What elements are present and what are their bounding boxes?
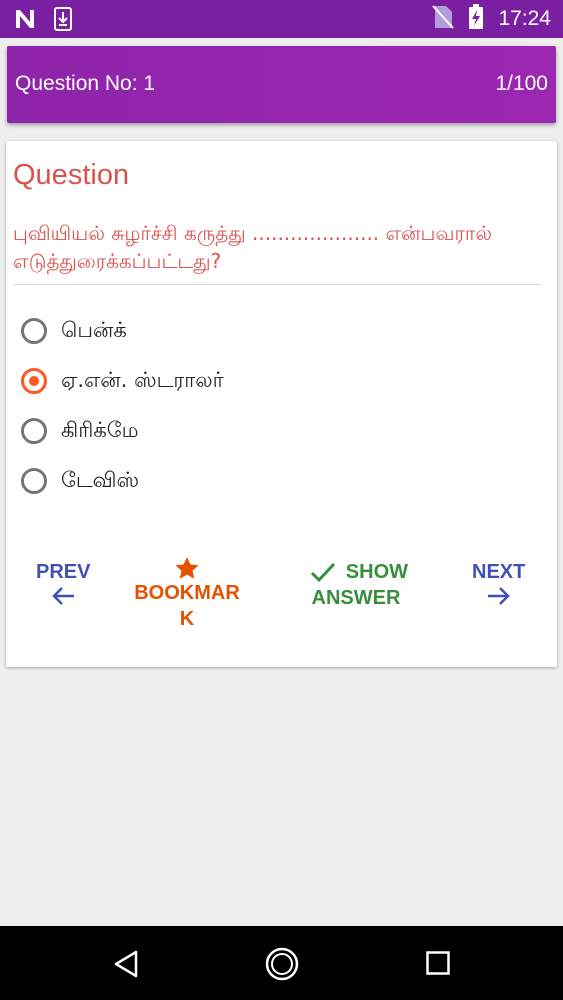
option-3[interactable]: கிரிக்மே xyxy=(21,406,224,456)
divider xyxy=(13,284,541,285)
system-nav-bar xyxy=(0,926,563,1000)
bookmark-label-line1: BOOKMAR xyxy=(134,582,240,604)
bookmark-button[interactable]: BOOKMAR K xyxy=(132,556,242,632)
n-logo-icon xyxy=(14,8,36,34)
star-icon xyxy=(175,557,199,579)
back-icon[interactable] xyxy=(113,950,139,982)
option-label: டேவிஸ் xyxy=(61,467,140,492)
no-sim-icon xyxy=(432,5,455,33)
radio-button[interactable] xyxy=(21,418,47,444)
question-text: புவியியல் சுழர்ச்சி கருத்து ............… xyxy=(13,221,492,273)
options-group: பென்க் ஏ.என். ஸ்டராலர் கிரிக்மே டேவிஸ் xyxy=(21,306,224,506)
question-header: Question No: 1 1/100 xyxy=(7,46,556,123)
status-bar: 17:24 xyxy=(0,0,563,38)
option-2[interactable]: ஏ.என். ஸ்டராலர் xyxy=(21,356,224,406)
question-counter: 1/100 xyxy=(495,72,548,95)
next-label: NEXT xyxy=(472,561,526,583)
bookmark-label-line2: K xyxy=(179,608,195,630)
radio-button[interactable] xyxy=(21,468,47,494)
action-bar: PREV BOOKMAR K SHOW ANSWER NEXT xyxy=(6,556,557,656)
check-icon xyxy=(310,562,335,583)
battery-charging-icon xyxy=(468,4,484,34)
question-number-label: Question No: 1 xyxy=(15,72,156,95)
prev-label: PREV xyxy=(36,561,91,583)
show-label-line1: SHOW xyxy=(345,561,408,583)
radio-button-selected[interactable] xyxy=(21,368,47,394)
option-label: கிரிக்மே xyxy=(61,417,139,442)
question-card: Question புவியியல் சுழர்ச்சி கருத்து ...… xyxy=(6,141,557,667)
option-label: பென்க் xyxy=(61,317,127,342)
download-icon xyxy=(54,7,72,35)
prev-button[interactable]: PREV xyxy=(36,559,90,607)
show-label-line2: ANSWER xyxy=(311,587,401,609)
radio-button[interactable] xyxy=(21,318,47,344)
option-4[interactable]: டேவிஸ் xyxy=(21,456,224,506)
recents-icon[interactable] xyxy=(426,951,450,979)
show-answer-button[interactable]: SHOW ANSWER xyxy=(304,559,408,611)
home-icon[interactable] xyxy=(265,947,299,985)
option-label: ஏ.என். ஸ்டராலர் xyxy=(61,367,224,392)
arrow-right-icon xyxy=(487,587,510,605)
arrow-left-icon xyxy=(52,587,75,605)
option-1[interactable]: பென்க் xyxy=(21,306,224,356)
next-button[interactable]: NEXT xyxy=(472,559,525,607)
question-heading: Question xyxy=(13,159,130,191)
status-time: 17:24 xyxy=(498,7,551,30)
